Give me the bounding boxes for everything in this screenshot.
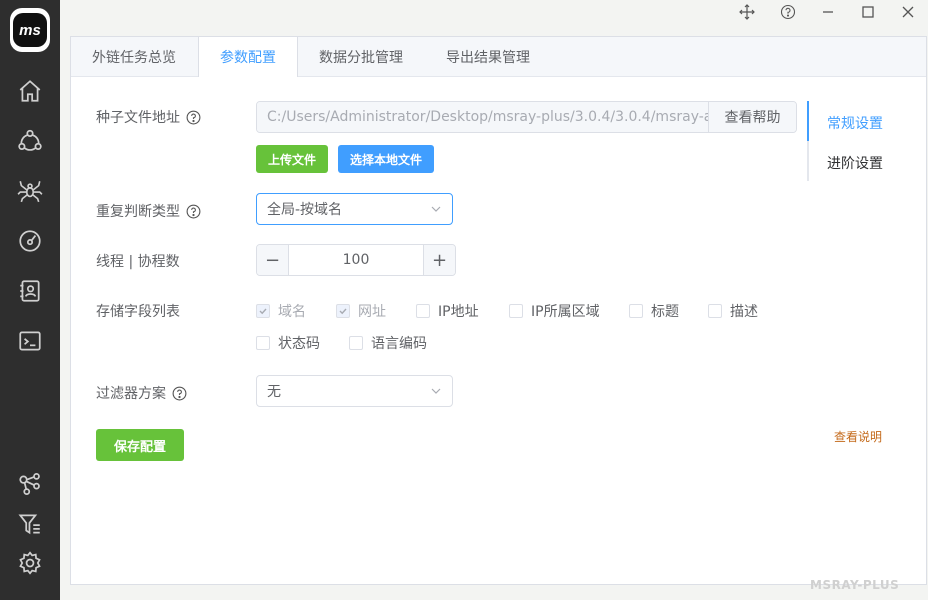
view-help-button[interactable]: 查看帮助: [708, 102, 796, 132]
checkbox-label: IP所属区域: [531, 304, 600, 320]
checkbox-label: IP地址: [438, 304, 479, 320]
checkbox-box: [629, 304, 643, 318]
seed-file-row: 种子文件地址: [96, 107, 201, 127]
threads-row: 线程 | 协程数: [96, 251, 180, 271]
dup-type-label: 重复判断类型: [96, 201, 201, 221]
share-nodes-icon[interactable]: [15, 469, 45, 499]
threads-stepper: − 100 +: [256, 244, 456, 276]
filter-select[interactable]: 无: [256, 375, 453, 407]
watermark: MSRAY-PLUS: [810, 578, 900, 592]
field-checkbox-ip[interactable]: IP地址: [416, 301, 479, 321]
move-icon[interactable]: [731, 0, 763, 24]
nav-advanced-settings[interactable]: 进阶设置: [827, 153, 883, 173]
gauge-icon[interactable]: [15, 226, 45, 256]
checkbox-box: [256, 336, 270, 350]
decrement-button[interactable]: −: [257, 245, 289, 275]
tab-batch-manage[interactable]: 数据分批管理: [298, 37, 425, 76]
tab-export-manage[interactable]: 导出结果管理: [425, 37, 552, 76]
filter-icon[interactable]: [15, 509, 45, 539]
help-icon[interactable]: [186, 204, 201, 219]
help-circle-icon[interactable]: [772, 0, 804, 24]
checkbox-box: [708, 304, 722, 318]
fields-row: 存储字段列表: [96, 301, 180, 321]
upload-file-button[interactable]: 上传文件: [256, 145, 328, 173]
checkbox-label: 状态码: [278, 336, 320, 352]
field-checkbox-domain[interactable]: 域名: [256, 301, 306, 321]
minimize-icon[interactable]: [812, 0, 844, 24]
terminal-icon[interactable]: [15, 326, 45, 356]
seed-file-label-text: 种子文件地址: [96, 110, 180, 126]
spider-icon[interactable]: [15, 176, 45, 206]
field-checkbox-title[interactable]: 标题: [629, 301, 679, 321]
home-icon[interactable]: [15, 76, 45, 106]
checkbox-label: 网址: [358, 304, 386, 320]
maximize-icon[interactable]: [852, 0, 884, 24]
seed-file-input-group: C:/Users/Administrator/Desktop/msray-plu…: [256, 101, 797, 133]
checkbox-box: [349, 336, 363, 350]
filter-label-text: 过滤器方案: [96, 386, 166, 402]
nav-active-indicator: [807, 101, 809, 141]
view-notes-link[interactable]: 查看说明: [834, 428, 882, 445]
increment-button[interactable]: +: [423, 245, 455, 275]
settings-nav: 常规设置 进阶设置: [807, 101, 907, 181]
field-checkbox-url[interactable]: 网址: [336, 301, 386, 321]
settings-icon[interactable]: [15, 548, 45, 578]
filter-label: 过滤器方案: [96, 383, 187, 403]
chevron-down-icon: [431, 206, 441, 212]
save-config-button[interactable]: 保存配置: [96, 429, 184, 461]
checkbox-label: 描述: [730, 304, 758, 320]
checkbox-label: 域名: [278, 304, 306, 320]
fields-label: 存储字段列表: [96, 304, 180, 320]
help-icon[interactable]: [186, 110, 201, 125]
close-icon[interactable]: [892, 0, 924, 24]
checkbox-box: [416, 304, 430, 318]
app-logo: ms: [10, 8, 50, 52]
checkbox-label: 标题: [651, 304, 679, 320]
threads-label: 线程 | 协程数: [96, 254, 180, 270]
main-panel: 外链任务总览 参数配置 数据分批管理 导出结果管理 种子文件地址 C:/User…: [70, 36, 927, 585]
checkbox-box: [509, 304, 523, 318]
filter-value: 无: [267, 384, 281, 400]
network-icon[interactable]: [15, 126, 45, 156]
field-checkbox-language[interactable]: 语言编码: [349, 333, 427, 353]
checkbox-box: [256, 304, 270, 318]
dup-type-row: 重复判断类型: [96, 201, 201, 221]
tab-params-config[interactable]: 参数配置: [198, 37, 298, 77]
choose-local-file-button[interactable]: 选择本地文件: [338, 145, 434, 173]
sidebar: ms: [0, 0, 60, 600]
seed-file-label: 种子文件地址: [96, 107, 201, 127]
chevron-down-icon: [431, 388, 441, 394]
tab-link-overview[interactable]: 外链任务总览: [71, 37, 198, 76]
checkbox-box: [336, 304, 350, 318]
fields-checkbox-group: 域名 网址 IP地址 IP所属区域 标题 描述 状态码 语言编码: [256, 301, 776, 361]
field-checkbox-description[interactable]: 描述: [708, 301, 758, 321]
dup-type-select[interactable]: 全局-按域名: [256, 193, 453, 225]
threads-value[interactable]: 100: [289, 245, 423, 275]
dup-type-label-text: 重复判断类型: [96, 204, 180, 220]
tab-bar: 外链任务总览 参数配置 数据分批管理 导出结果管理: [71, 37, 926, 77]
contact-card-icon[interactable]: [15, 276, 45, 306]
field-checkbox-ip-region[interactable]: IP所属区域: [509, 301, 600, 321]
nav-general-settings[interactable]: 常规设置: [827, 113, 883, 133]
field-checkbox-status-code[interactable]: 状态码: [256, 333, 320, 353]
dup-type-value: 全局-按域名: [267, 202, 343, 218]
filter-row: 过滤器方案: [96, 383, 187, 403]
seed-file-path-field[interactable]: C:/Users/Administrator/Desktop/msray-plu…: [257, 102, 708, 132]
help-icon[interactable]: [172, 386, 187, 401]
logo-text: ms: [13, 13, 47, 47]
checkbox-label: 语言编码: [371, 336, 427, 352]
